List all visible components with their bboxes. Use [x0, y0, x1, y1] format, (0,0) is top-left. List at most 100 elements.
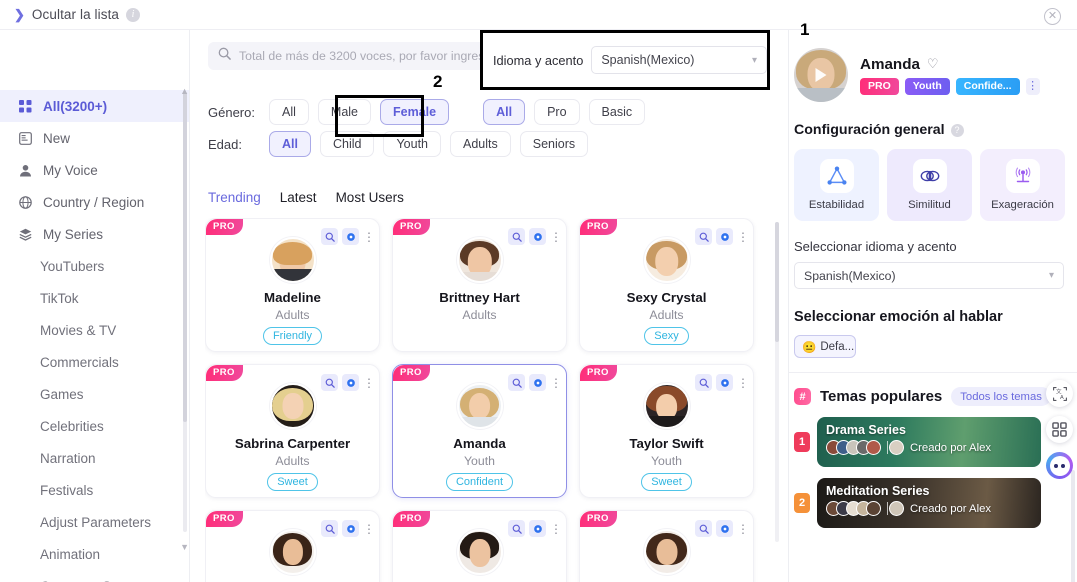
tab-most-users[interactable]: Most Users	[336, 190, 404, 205]
kebab-icon[interactable]: ⋮	[363, 523, 375, 535]
settings-gear-icon[interactable]	[716, 374, 733, 391]
age-option-seniors[interactable]: Seniors	[519, 131, 589, 157]
preview-search-icon[interactable]	[695, 228, 712, 245]
preview-search-icon[interactable]	[695, 520, 712, 537]
all-topics-button[interactable]: Todos los temas	[951, 387, 1051, 406]
sidebar-item-my-series[interactable]: My Series	[0, 218, 189, 250]
voice-card[interactable]: PRO ⋮	[579, 510, 754, 582]
voice-card[interactable]: PRO ⋮	[392, 510, 567, 582]
sidebar-item-narration[interactable]: Narration	[0, 442, 189, 474]
tier-option-all[interactable]: All	[483, 99, 526, 125]
gender-option-all[interactable]: All	[269, 99, 309, 125]
kebab-icon[interactable]: ⋮	[1025, 77, 1040, 95]
series-list-item[interactable]: 2 Meditation Series Creado por Alex	[794, 478, 1077, 528]
heart-icon[interactable]: ♡	[927, 56, 939, 72]
kebab-icon[interactable]: ⋮	[737, 377, 749, 389]
kebab-icon[interactable]: ⋮	[550, 231, 562, 243]
grid-scrollbar[interactable]	[775, 222, 779, 542]
info-icon[interactable]: i	[126, 7, 141, 22]
sidebar-item-commercials[interactable]: Commercials	[0, 346, 189, 378]
sidebar-item-adjust-parameters[interactable]: Adjust Parameters	[0, 506, 189, 538]
voice-card[interactable]: PRO ⋮ Sabrina Carpenter Adults Sweet	[205, 364, 380, 498]
sidebar-item-festivals[interactable]: Festivals	[0, 474, 189, 506]
creator-avatar	[889, 440, 904, 455]
voice-card[interactable]: PRO ⋮ Sexy Crystal Adults Sexy	[579, 218, 754, 352]
close-circle-icon[interactable]: ✕	[1044, 8, 1061, 25]
tab-trending[interactable]: Trending	[208, 190, 261, 205]
sidebar-item-country-region[interactable]: Country / Region	[0, 186, 189, 218]
tab-latest[interactable]: Latest	[280, 190, 317, 205]
settings-gear-icon[interactable]	[342, 228, 359, 245]
settings-gear-icon[interactable]	[529, 374, 546, 391]
param-similitud[interactable]: Similitud	[887, 149, 972, 221]
series-card[interactable]: Drama Series Creado por Alex	[817, 417, 1041, 467]
sidebar-scrollbar[interactable]	[183, 92, 187, 532]
param-estabilidad[interactable]: Estabilidad	[794, 149, 879, 221]
kebab-icon[interactable]: ⋮	[737, 523, 749, 535]
voice-name: Sexy Crystal	[626, 290, 707, 305]
sidebar-item-games[interactable]: Games	[0, 378, 189, 410]
chevron-right-icon[interactable]: ❯	[14, 8, 25, 21]
series-list-item[interactable]: 1 Drama Series Creado por Alex	[794, 417, 1077, 467]
kebab-icon[interactable]: ⋮	[550, 377, 562, 389]
voice-card-selected[interactable]: PRO ⋮ Amanda Youth Confident	[392, 364, 567, 498]
gender-option-female[interactable]: Female	[380, 99, 450, 125]
sort-tabs: Trending Latest Most Users	[208, 190, 404, 205]
scroll-down-arrow-icon[interactable]: ▼	[180, 542, 189, 552]
panel-scrollbar[interactable]	[1071, 470, 1075, 582]
question-icon[interactable]: ?	[950, 123, 964, 137]
settings-gear-icon[interactable]	[529, 520, 546, 537]
series-card[interactable]: Meditation Series Creado por Alex	[817, 478, 1041, 528]
sidebar-item-animation[interactable]: Animation	[0, 538, 189, 570]
tier-option-pro[interactable]: Pro	[534, 99, 580, 125]
preview-search-icon[interactable]	[508, 374, 525, 391]
panel-language-select[interactable]: Spanish(Mexico) ▾	[794, 262, 1064, 289]
age-option-youth[interactable]: Youth	[383, 131, 442, 157]
preview-search-icon[interactable]	[321, 374, 338, 391]
voice-avatar-play[interactable]	[794, 48, 848, 102]
age-option-all[interactable]: All	[269, 131, 311, 157]
voice-card[interactable]: PRO ⋮ Madeline Adults Friendly	[205, 218, 380, 352]
sidebar-item-customer-support[interactable]: Customer Support	[0, 570, 189, 582]
voice-tag: Sexy	[644, 327, 689, 345]
hide-list-label[interactable]: Ocultar la lista	[32, 7, 119, 22]
sidebar-item-all[interactable]: All(3200+)	[0, 90, 189, 122]
sidebar-item-movies-tv[interactable]: Movies & TV	[0, 314, 189, 346]
sidebar-item-my-voice[interactable]: My Voice	[0, 154, 189, 186]
sidebar-item-youtubers[interactable]: YouTubers	[0, 250, 189, 282]
gender-option-male[interactable]: Male	[317, 99, 371, 125]
preview-search-icon[interactable]	[508, 520, 525, 537]
voice-card[interactable]: PRO ⋮ Taylor Swift Youth Sweet	[579, 364, 754, 498]
translate-icon[interactable]: 文A	[1046, 380, 1073, 407]
assistant-bot-icon[interactable]	[1046, 452, 1073, 479]
sidebar-item-new[interactable]: New	[0, 122, 189, 154]
settings-gear-icon[interactable]	[342, 374, 359, 391]
preview-search-icon[interactable]	[321, 228, 338, 245]
kebab-icon[interactable]: ⋮	[737, 231, 749, 243]
voice-card[interactable]: PRO ⋮ Brittney Hart Adults	[392, 218, 567, 352]
param-exageracion[interactable]: Exageración	[980, 149, 1065, 221]
settings-gear-icon[interactable]	[716, 228, 733, 245]
kebab-icon[interactable]: ⋮	[363, 377, 375, 389]
settings-gear-icon[interactable]	[716, 520, 733, 537]
sidebar-item-celebrities[interactable]: Celebrities	[0, 410, 189, 442]
tier-option-basic[interactable]: Basic	[588, 99, 646, 125]
apps-grid-icon[interactable]	[1046, 416, 1073, 443]
divider-line	[887, 441, 888, 454]
kebab-icon[interactable]: ⋮	[550, 523, 562, 535]
kebab-icon[interactable]: ⋮	[363, 231, 375, 243]
scroll-up-arrow-icon[interactable]: ▲	[180, 86, 189, 96]
preview-search-icon[interactable]	[508, 228, 525, 245]
preview-search-icon[interactable]	[321, 520, 338, 537]
settings-gear-icon[interactable]	[529, 228, 546, 245]
sidebar-item-tiktok[interactable]: TikTok	[0, 282, 189, 314]
settings-gear-icon[interactable]	[342, 520, 359, 537]
emotion-chip[interactable]: 😐 Defa...	[794, 335, 856, 358]
preview-search-icon[interactable]	[695, 374, 712, 391]
emotion-section-label: Seleccionar emoción al hablar	[794, 309, 1003, 325]
age-option-adults[interactable]: Adults	[450, 131, 511, 157]
age-option-child[interactable]: Child	[319, 131, 375, 157]
voice-card[interactable]: PRO ⋮	[205, 510, 380, 582]
language-accent-select[interactable]: Spanish(Mexico) ▾	[591, 46, 767, 74]
voice-tags: PRO Youth Confide... ⋮	[860, 77, 1040, 95]
